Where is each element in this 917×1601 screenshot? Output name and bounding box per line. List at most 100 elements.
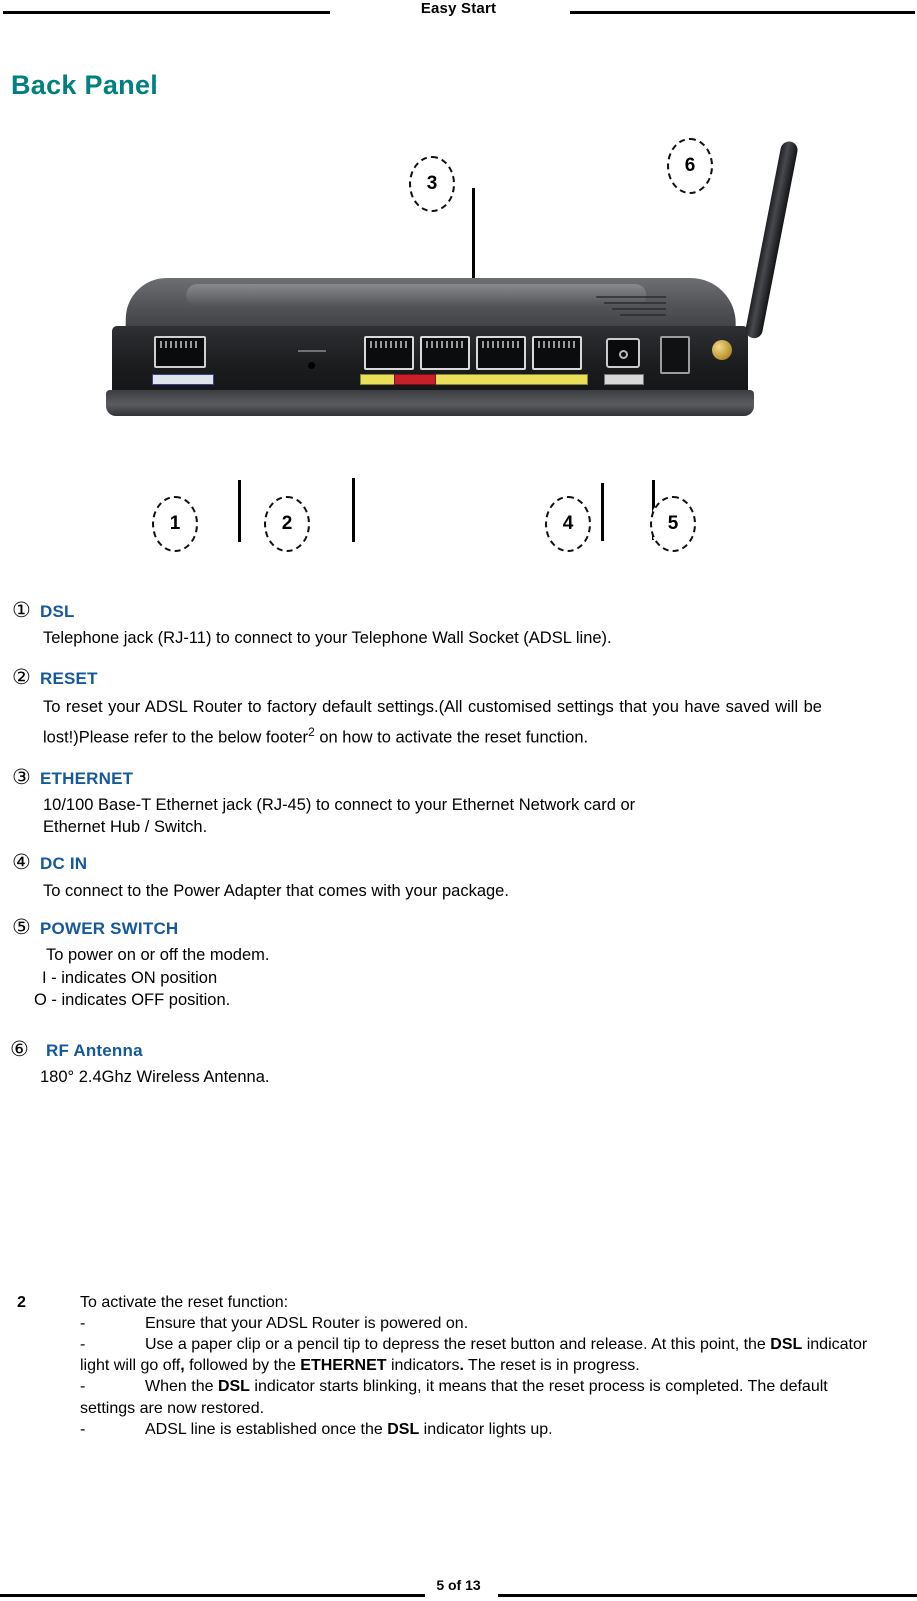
footnote-bullet-3: - When the DSL indicator starts blinking,… [80, 1376, 870, 1418]
callout-3: 3 [409, 156, 455, 212]
footnote-bullet-2: - Use a paper clip or a pencil tip to dep… [80, 1334, 870, 1376]
list-item-reset: ② RESET To reset your ADSL Router to fac… [0, 667, 917, 752]
callout-6: 6 [667, 138, 713, 194]
footnote-marker: 2 [17, 1294, 26, 1311]
item-body-rf-antenna: 180° 2.4Ghz Wireless Antenna. [40, 1068, 270, 1087]
ethernet-port-4 [532, 336, 582, 370]
vent-line [619, 314, 666, 316]
item-title-reset: RESET [40, 669, 98, 689]
antenna-connector [712, 340, 732, 360]
item-header: ① DSL [0, 600, 917, 622]
footnote-dash: - [80, 1336, 86, 1354]
power-switch [660, 336, 690, 374]
dsl-port [154, 336, 206, 368]
footnote-dash: - [80, 1315, 86, 1333]
rf-antenna [744, 140, 800, 340]
callout-1: 1 [152, 496, 198, 552]
footnote-bold-ethernet: ETHERNET [300, 1357, 387, 1375]
reset-engraving [298, 350, 326, 352]
footnote-bullet-2-d: indicators [386, 1357, 460, 1375]
dc-in-center-pin [619, 350, 628, 359]
dc-in-label [604, 374, 644, 385]
item-header: ③ ETHERNET [0, 767, 917, 789]
item-body-power-line3: O - indicates OFF position. [34, 990, 231, 1009]
footnote-bullet-4-a: ADSL line is established once the [145, 1420, 388, 1438]
list-item-power-switch: ⑤ POWER SWITCH To power on or off the mo… [0, 917, 917, 1011]
callout-5: 5 [650, 496, 696, 552]
list-item-ethernet: ③ ETHERNET 10/100 Base-T Ethernet jack (… [0, 767, 917, 839]
ethernet-port-2 [420, 336, 470, 370]
footnote-bold-dsl: DSL [770, 1336, 803, 1354]
footnote-bullet-1: - Ensure that your ADSL Router is powered… [80, 1313, 870, 1334]
item-number-1: ① [12, 599, 31, 622]
header-title: Easy Start [420, 0, 497, 17]
leader-line-1 [238, 480, 241, 542]
item-number-5: ⑤ [12, 916, 31, 940]
footnote-intro: To activate the reset function: [80, 1294, 289, 1311]
item-title-dc-in: DC IN [40, 854, 88, 874]
vent-line [604, 302, 667, 304]
footnote-dash: - [80, 1378, 86, 1396]
vent-line [596, 296, 667, 298]
footnote-bullet-4-b: indicator lights up. [419, 1420, 553, 1438]
item-body-ethernet-line1: 10/100 Base-T Ethernet jack (RJ-45) to c… [43, 795, 636, 814]
item-body-power-line1: To power on or off the modem. [46, 946, 270, 965]
ethernet-port-contacts [482, 341, 520, 348]
item-title-rf-antenna: RF Antenna [46, 1041, 143, 1061]
page-title: Back Panel [11, 70, 159, 100]
footnote-bullet-4: - ADSL line is established once the DSL i… [80, 1419, 870, 1440]
ethernet-label-red-segment [394, 374, 436, 385]
item-body-ethernet: 10/100 Base-T Ethernet jack (RJ-45) to c… [0, 789, 917, 839]
item-body-ethernet-line2: Ethernet Hub / Switch. [43, 817, 208, 836]
item-title-dsl: DSL [40, 602, 75, 621]
item-title-power-switch: POWER SWITCH [40, 919, 179, 939]
item-header: ④ DC IN [0, 852, 917, 874]
footer-rule-right [498, 1594, 917, 1597]
ethernet-port-contacts [370, 341, 408, 348]
footer-rule-left [0, 1594, 425, 1597]
ethernet-port-3 [476, 336, 526, 370]
item-body-dsl: Telephone jack (RJ-11) to connect to you… [43, 629, 612, 647]
list-item-dsl: ① DSL Telephone jack (RJ-11) to connect … [0, 600, 917, 649]
vent-line [611, 308, 666, 310]
leader-line-2 [352, 478, 355, 542]
dsl-port-contacts [160, 341, 200, 348]
item-body-dc-in: To connect to the Power Adapter that com… [43, 882, 509, 901]
router-rear-face [112, 326, 748, 398]
footnote-bullet-2-a: Use a paper clip or a pencil tip to depr… [145, 1336, 771, 1354]
footnote-body: To activate the reset function: - Ensure … [80, 1292, 870, 1440]
router-device [104, 140, 800, 423]
leader-line-4 [601, 483, 604, 541]
footnote-bullet-2-e: The reset is in progress. [463, 1357, 640, 1375]
page-header: Easy Start [0, 0, 917, 26]
item-title-ethernet: ETHERNET [40, 768, 134, 788]
page-number: 5 of 13 [436, 1577, 481, 1593]
footnote-bold-dsl: DSL [387, 1420, 420, 1438]
dc-in-jack [606, 338, 640, 368]
item-header: ⑤ POWER SWITCH [0, 917, 917, 939]
back-panel-item-list: ① DSL Telephone jack (RJ-11) to connect … [0, 600, 917, 1088]
item-number-6: ⑥ [10, 1038, 29, 1062]
footnote-reference-2: 2 [308, 725, 315, 740]
footnote-dash: - [80, 1420, 86, 1438]
item-body-reset-part2: on how to activate the reset function. [314, 728, 589, 747]
adsl-router-back-panel-photo: 3 6 1 2 4 5 [64, 128, 800, 590]
item-body-power-line2: I - indicates ON position [42, 968, 218, 987]
item-number-2: ② [12, 666, 31, 690]
item-header: ② RESET [0, 667, 917, 689]
ethernet-port-contacts [538, 341, 576, 348]
callout-4: 4 [545, 496, 591, 552]
list-item-dc-in: ④ DC IN To connect to the Power Adapter … [0, 852, 917, 902]
item-number-4: ④ [12, 851, 31, 875]
footnote-bullet-2-c: followed by the [184, 1357, 301, 1375]
footnote-bullet-3-a: When the [145, 1378, 218, 1396]
item-body-power-switch: To power on or off the modem. I - indica… [0, 939, 917, 1011]
item-number-3: ③ [12, 765, 31, 789]
reset-pinhole [308, 362, 315, 369]
ethernet-port-1 [364, 336, 414, 370]
router-base [106, 390, 754, 416]
list-item-rf-antenna: ⑥ RF Antenna 180° 2.4Ghz Wireless Antenn… [0, 1039, 917, 1088]
dsl-port-label [152, 374, 214, 385]
callout-2: 2 [264, 496, 310, 552]
item-header: ⑥ RF Antenna [0, 1039, 917, 1061]
